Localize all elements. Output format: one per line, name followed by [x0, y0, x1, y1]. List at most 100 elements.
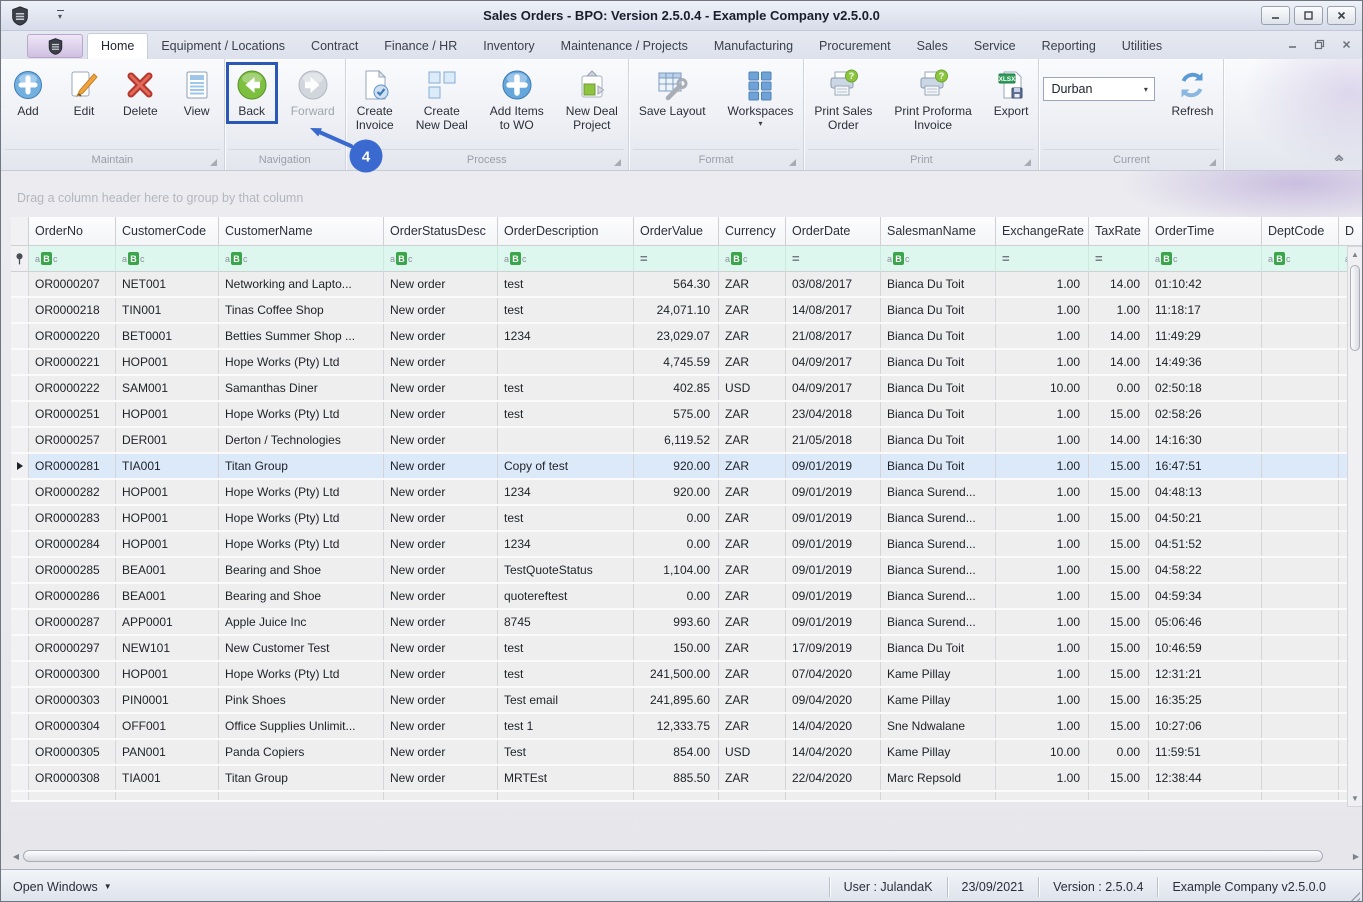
filter-cell-taxrate[interactable]: = [1089, 246, 1149, 272]
filter-cell-customername[interactable]: aBc [219, 246, 384, 272]
column-header-currency[interactable]: Currency [719, 217, 786, 246]
filter-cell-ordervalue[interactable]: = [634, 246, 719, 272]
back-button[interactable]: Back [225, 62, 278, 124]
filter-cell-ordertime[interactable]: aBc [1149, 246, 1262, 272]
column-header-customercode[interactable]: CustomerCode [116, 217, 219, 246]
tab-service[interactable]: Service [961, 34, 1029, 59]
table-row[interactable]: OR0000221 HOP001 Hope Works (Pty) Ltd New o… [11, 350, 1362, 376]
table-row[interactable]: OR0000287 APP0001 Apple Juice Inc New order… [11, 610, 1362, 636]
new-deal-project-button[interactable]: New Deal Project [560, 65, 624, 135]
column-header-salesmanname[interactable]: SalesmanName [881, 217, 996, 246]
column-header-orderdate[interactable]: OrderDate [786, 217, 881, 246]
column-header-ordertime[interactable]: OrderTime [1149, 217, 1262, 246]
column-header-d[interactable]: D [1339, 217, 1362, 246]
vscroll-thumb[interactable] [1350, 265, 1360, 351]
table-row[interactable]: OR0000297 NEW101 New Customer Test New orde… [11, 636, 1362, 662]
forward-button[interactable]: Forward [285, 65, 341, 121]
view-button[interactable]: View [174, 65, 220, 121]
column-header-orderno[interactable]: OrderNo [29, 217, 116, 246]
tab-finance-hr[interactable]: Finance / HR [371, 34, 470, 59]
collapse-ribbon-button[interactable] [1326, 149, 1352, 165]
dialog-launcher-icon[interactable] [1209, 159, 1217, 166]
table-row[interactable]: OR0000207 NET001 Networking and Lapto... Ne… [11, 272, 1362, 298]
filter-cell-customercode[interactable]: aBc [116, 246, 219, 272]
minimize-button[interactable] [1261, 6, 1290, 25]
table-row[interactable]: OR0000218 TIN001 Tinas Coffee Shop New orde… [11, 298, 1362, 324]
dialog-launcher-icon[interactable] [1024, 159, 1032, 166]
column-header-orderdescription[interactable]: OrderDescription [498, 217, 634, 246]
create-invoice-button[interactable]: Create Invoice [350, 65, 400, 135]
filter-cell-orderno[interactable]: aBc [29, 246, 116, 272]
delete-button[interactable]: Delete [117, 65, 164, 121]
dialog-launcher-icon[interactable] [789, 159, 797, 166]
vertical-scrollbar[interactable]: ▲ ▼ [1347, 246, 1362, 807]
table-row[interactable]: OR0000284 HOP001 Hope Works (Pty) Ltd New o… [11, 532, 1362, 558]
filter-cell-orderdescription[interactable]: aBc [498, 246, 634, 272]
tab-procurement[interactable]: Procurement [806, 34, 904, 59]
ribbon-restore-icon[interactable] [1314, 39, 1325, 50]
table-row[interactable]: OR0000257 DER001 Derton / Technologies New … [11, 428, 1362, 454]
filter-cell-currency[interactable]: aBc [719, 246, 786, 272]
dialog-launcher-icon[interactable] [209, 159, 217, 166]
ribbon-minimize-icon[interactable] [1287, 39, 1298, 50]
column-header-orderstatusdesc[interactable]: OrderStatusDesc [384, 217, 498, 246]
filter-pin-icon[interactable] [11, 246, 29, 272]
filter-cell-salesmanname[interactable]: aBc [881, 246, 996, 272]
scroll-left-icon[interactable]: ◀ [9, 852, 23, 861]
tab-maintenance-projects[interactable]: Maintenance / Projects [548, 34, 701, 59]
open-windows-button[interactable]: Open Windows ▼ [13, 880, 112, 894]
table-row[interactable]: OR0000300 HOP001 Hope Works (Pty) Ltd New o… [11, 662, 1362, 688]
column-header-deptcode[interactable]: DeptCode [1262, 217, 1339, 246]
close-button[interactable] [1327, 6, 1356, 25]
tab-contract[interactable]: Contract [298, 34, 371, 59]
tab-home[interactable]: Home [87, 33, 149, 59]
column-header-ordervalue[interactable]: OrderValue [634, 217, 719, 246]
filter-cell-exchangerate[interactable]: = [996, 246, 1089, 272]
create-new-deal-button[interactable]: Create New Deal [410, 65, 474, 135]
add-button[interactable]: Add [5, 65, 51, 121]
tab-reporting[interactable]: Reporting [1029, 34, 1109, 59]
column-header-taxrate[interactable]: TaxRate [1089, 217, 1149, 246]
export-button[interactable]: XLSX Export [988, 65, 1035, 121]
table-row[interactable]: OR0000305 PAN001 Panda Copiers New order Tes… [11, 740, 1362, 766]
add-items-to-wo-button[interactable]: Add Items to WO [484, 65, 550, 135]
scroll-down-icon[interactable]: ▼ [1351, 791, 1359, 806]
filter-cell-deptcode[interactable]: aBc [1262, 246, 1339, 272]
save-layout-button[interactable]: Save Layout [633, 65, 712, 121]
maximize-button[interactable] [1294, 6, 1323, 25]
print-sales-order-button[interactable]: ? Print Sales Order [808, 65, 878, 135]
scroll-up-icon[interactable]: ▲ [1351, 247, 1359, 262]
table-row[interactable]: OR0000222 SAM001 Samanthas Diner New order t… [11, 376, 1362, 402]
tab-utilities[interactable]: Utilities [1109, 34, 1175, 59]
refresh-button[interactable]: Refresh [1165, 65, 1219, 121]
filter-cell-orderstatusdesc[interactable]: aBc [384, 246, 498, 272]
tab-sales[interactable]: Sales [904, 34, 961, 59]
table-row[interactable]: OR0000286 BEA001 Bearing and Shoe New order… [11, 584, 1362, 610]
branch-select[interactable]: Durban ▾ [1043, 77, 1156, 101]
table-row[interactable]: OR0000281 TIA001 Titan Group New order Copy … [11, 454, 1362, 480]
table-row[interactable]: OR0000220 BET0001 Betties Summer Shop ... N… [11, 324, 1362, 350]
scroll-right-icon[interactable]: ▶ [1349, 852, 1362, 861]
resize-grip[interactable] [1348, 889, 1360, 901]
horizontal-scrollbar[interactable]: ◀ ▶ [9, 848, 1362, 864]
workspaces-button[interactable]: Workspaces ▾ [722, 65, 800, 128]
quick-access-dropdown-icon[interactable]: ▾ [53, 9, 67, 23]
edit-button[interactable]: Edit [61, 65, 107, 121]
table-row[interactable]: OR0000251 HOP001 Hope Works (Pty) Ltd New o… [11, 402, 1362, 428]
table-row[interactable]: OR0000285 BEA001 Bearing and Shoe New order… [11, 558, 1362, 584]
table-row[interactable]: OR0000308 TIA001 Titan Group New order MRTEs… [11, 766, 1362, 792]
table-row[interactable]: OR0000303 PIN0001 Pink Shoes New order Test … [11, 688, 1362, 714]
hscroll-thumb[interactable] [23, 850, 1323, 862]
ribbon-close-icon[interactable] [1341, 39, 1352, 50]
column-header-exchangerate[interactable]: ExchangeRate [996, 217, 1089, 246]
tab-manufacturing[interactable]: Manufacturing [701, 34, 806, 59]
filter-cell-orderdate[interactable]: = [786, 246, 881, 272]
tab-equipment-locations[interactable]: Equipment / Locations [148, 34, 298, 59]
table-row[interactable]: OR0000283 HOP001 Hope Works (Pty) Ltd New o… [11, 506, 1362, 532]
application-menu-button[interactable] [27, 34, 83, 58]
print-proforma-invoice-button[interactable]: ? Print Proforma Invoice [888, 65, 977, 135]
tab-inventory[interactable]: Inventory [470, 34, 547, 59]
table-row[interactable]: OR0000304 OFF001 Office Supplies Unlimit..… [11, 714, 1362, 740]
table-row[interactable]: OR0000282 HOP001 Hope Works (Pty) Ltd New o… [11, 480, 1362, 506]
dialog-launcher-icon[interactable] [613, 159, 621, 166]
